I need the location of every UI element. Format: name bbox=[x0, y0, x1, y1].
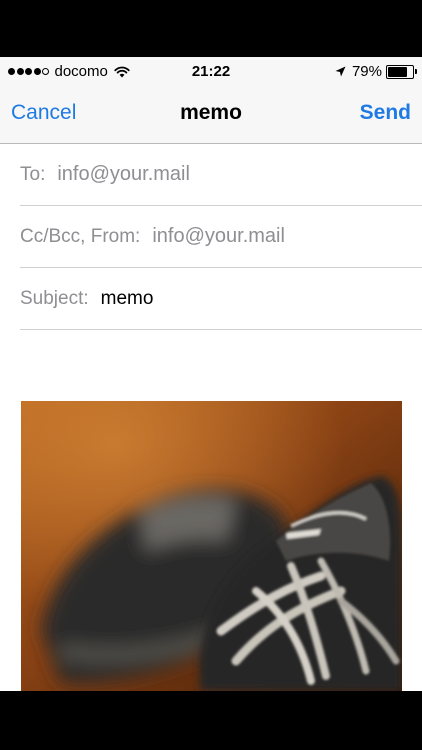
compose-screen: docomo 21:22 79% Cancel memo Send To: in… bbox=[0, 57, 422, 691]
battery-icon bbox=[386, 64, 417, 79]
battery-fill bbox=[388, 66, 407, 77]
battery-percent: 79% bbox=[351, 63, 382, 80]
battery-nub bbox=[415, 68, 417, 74]
send-button[interactable]: Send bbox=[360, 101, 411, 125]
status-bar: docomo 21:22 79% bbox=[0, 57, 422, 87]
cc-bcc-from-label: Cc/Bcc, From: bbox=[20, 225, 141, 247]
navigation-bar: Cancel memo Send bbox=[0, 87, 422, 144]
subject-field[interactable]: Subject: memo bbox=[20, 268, 422, 330]
subject-input[interactable]: memo bbox=[101, 288, 154, 310]
cc-bcc-from-field[interactable]: Cc/Bcc, From: info@your.mail bbox=[20, 206, 422, 268]
shoe-photo-image bbox=[21, 401, 402, 691]
from-address[interactable]: info@your.mail bbox=[152, 225, 285, 248]
location-arrow-icon bbox=[335, 66, 346, 77]
attached-shoe-photo[interactable] bbox=[21, 401, 402, 691]
subject-label: Subject: bbox=[20, 287, 89, 309]
to-field[interactable]: To: info@your.mail bbox=[20, 144, 422, 206]
to-label: To: bbox=[20, 163, 46, 185]
status-right-group: 79% bbox=[335, 63, 417, 80]
to-recipient[interactable]: info@your.mail bbox=[57, 163, 190, 186]
